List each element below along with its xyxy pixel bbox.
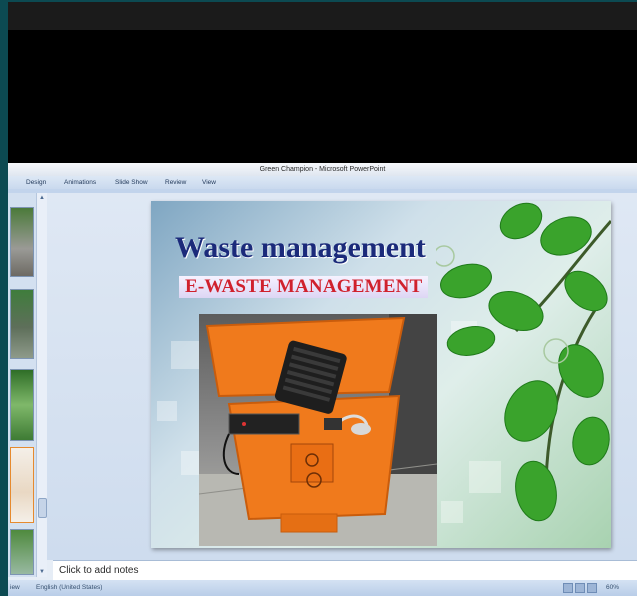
video-black-area (8, 30, 637, 163)
status-bar: iew English (United States) 60% (8, 580, 637, 596)
window-title: Green Champion - Microsoft PowerPoint (8, 163, 637, 176)
slide-title[interactable]: Waste management (175, 231, 426, 265)
slide-thumbnail-selected[interactable] (10, 447, 34, 523)
thumbnail-scrollbar[interactable]: ▲ ▼ (36, 193, 47, 577)
tab-slide-show[interactable]: Slide Show (115, 179, 148, 186)
video-top-bar (8, 2, 637, 30)
tab-design[interactable]: Design (26, 179, 46, 186)
tab-view[interactable]: View (202, 179, 216, 186)
powerpoint-window: Green Champion - Microsoft PowerPoint De… (8, 163, 637, 596)
current-slide[interactable]: Waste management E-WASTE MANAGEMENT (151, 201, 611, 548)
tab-animations[interactable]: Animations (64, 179, 96, 186)
scroll-down-icon[interactable]: ▼ (37, 567, 47, 577)
slide-show-icon[interactable] (587, 583, 597, 593)
notes-pane[interactable]: Click to add notes (53, 560, 637, 581)
normal-view-icon[interactable] (563, 583, 573, 593)
ribbon-tabs: Design Animations Slide Show Review View (8, 176, 637, 189)
scrollbar-thumb[interactable] (38, 498, 47, 518)
video-frame: Green Champion - Microsoft PowerPoint De… (0, 0, 637, 596)
ewaste-bin-illustration (199, 314, 437, 546)
status-view: iew (10, 584, 20, 591)
status-language[interactable]: English (United States) (36, 584, 102, 591)
slide-thumbnail[interactable] (10, 529, 34, 575)
scroll-up-icon[interactable]: ▲ (37, 193, 47, 203)
slide-thumbnail[interactable] (10, 289, 34, 359)
leaves-graphic (436, 202, 611, 522)
ewaste-bin-photo[interactable] (199, 314, 437, 546)
slide-edit-area: Waste management E-WASTE MANAGEMENT (47, 193, 637, 560)
slide-thumbnail[interactable] (10, 207, 34, 277)
zoom-level[interactable]: 60% (606, 584, 619, 591)
tab-review[interactable]: Review (165, 179, 186, 186)
slide-subtitle[interactable]: E-WASTE MANAGEMENT (179, 276, 429, 298)
slide-sorter-icon[interactable] (575, 583, 585, 593)
slide-thumbnail[interactable] (10, 369, 34, 441)
